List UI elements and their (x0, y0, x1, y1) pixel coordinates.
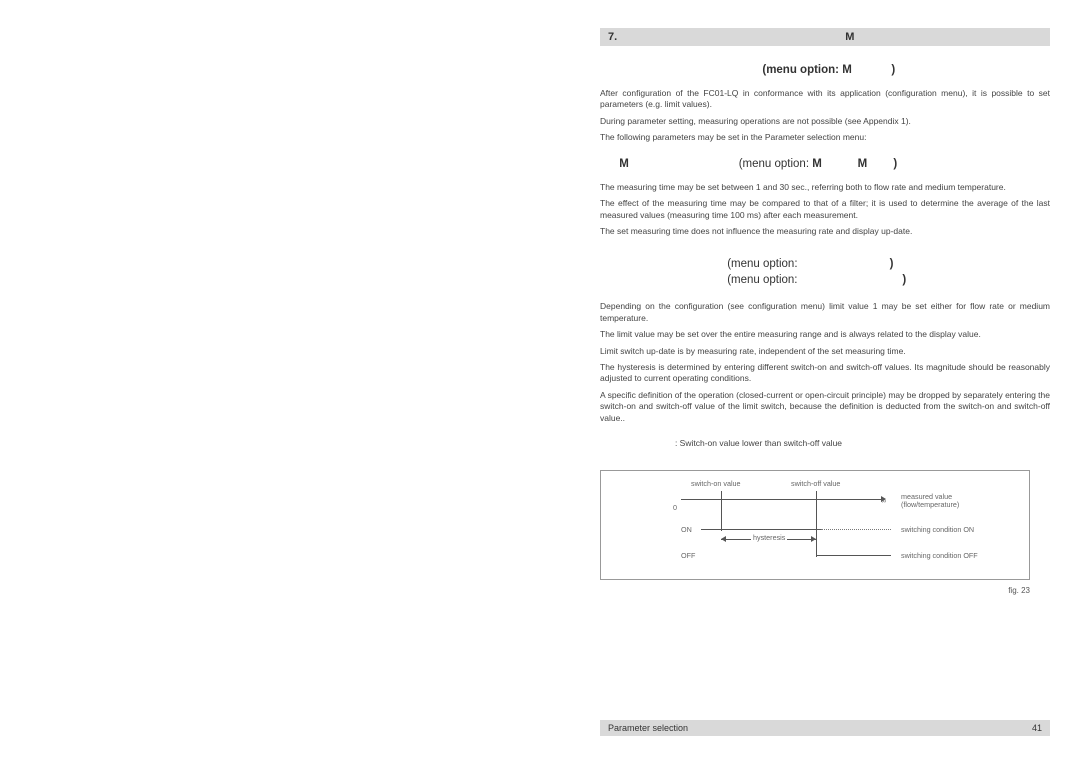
s72-p1: Depending on the configuration (see conf… (600, 301, 1050, 324)
chapter-title-bar: 7. Parameter selection menu (Menu option… (600, 28, 1050, 46)
lbl-condoff: switching condition OFF (901, 551, 978, 560)
lbl-measured: measured value (flow/temperature) (901, 493, 959, 509)
hysteresis-diagram: switch-on value switch-off value 0 ∞ mea… (600, 470, 1030, 580)
s71-p2: The effect of the measuring time may be … (600, 198, 1050, 221)
heading-7-2: 7.2 Limit value 1 (menu option: Main/Li1… (600, 256, 1050, 289)
lbl-inf: ∞ (881, 496, 886, 505)
heading-7: 7. Parameter selection menu (menu option… (600, 64, 1050, 76)
s72-p2: The limit value may be set over the enti… (600, 329, 1050, 340)
case-a-line: Case a: Switch-on value lower than switc… (648, 438, 1050, 449)
footer-page-number: 41 (1032, 723, 1042, 733)
heading-7-1: 7.1 Measuring time (menu option: Main/ M… (600, 158, 1050, 170)
lbl-zero: 0 (673, 503, 677, 512)
case-a-desc: : Switch-on value lower than switch-off … (675, 438, 842, 448)
lbl-hyst: hysteresis (751, 533, 787, 542)
s72-p3: Limit switch up-date is by measuring rat… (600, 346, 1050, 357)
figure-caption: fig. 23 (600, 586, 1050, 595)
page-footer: Parameter selection 41 (600, 720, 1050, 736)
lbl-switchoff: switch-off value (791, 479, 840, 488)
footer-left: Parameter selection (608, 723, 688, 733)
title-num: 7. (608, 31, 617, 43)
lbl-switchon: switch-on value (691, 479, 741, 488)
s72-p5: A specific definition of the operation (… (600, 390, 1050, 424)
s71-p3: The set measuring time does not influenc… (600, 226, 1050, 237)
s7-p2: During parameter setting, measuring oper… (600, 116, 1050, 127)
s7-p1: After configuration of the FC01-LQ in co… (600, 88, 1050, 111)
lbl-off: OFF (681, 551, 695, 560)
s72-p4: The hysteresis is determined by entering… (600, 362, 1050, 385)
lbl-on: ON (681, 525, 692, 534)
s7-p3: The following parameters may be set in t… (600, 132, 1050, 143)
title-m: M (845, 31, 854, 43)
lbl-condon: switching condition ON (901, 525, 974, 534)
s71-p1: The measuring time may be set between 1 … (600, 182, 1050, 193)
